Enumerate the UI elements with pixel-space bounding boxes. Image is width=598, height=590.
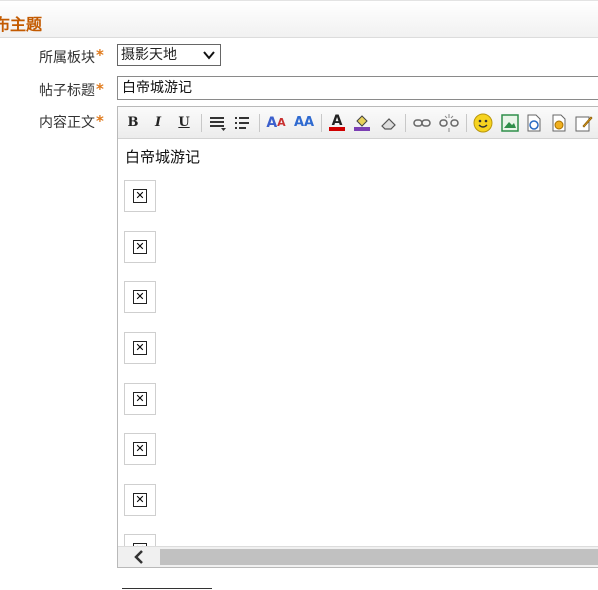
rich-text-editor: B I U AA AA A 白帝城游记 ✕ ✕ ✕ ✕ ✕ ✕ ✕ <box>117 106 598 568</box>
list-icon[interactable] <box>232 112 254 134</box>
divider <box>122 588 212 589</box>
italic-icon[interactable]: I <box>147 112 169 134</box>
broken-image-icon[interactable]: ✕ <box>124 180 156 212</box>
smiley-icon[interactable] <box>472 112 494 134</box>
broken-image-icon[interactable]: ✕ <box>124 433 156 465</box>
horizontal-scrollbar[interactable] <box>118 546 598 567</box>
content-text: 白帝城游记 <box>125 148 201 166</box>
close-icon: ✕ <box>133 493 147 507</box>
chevron-down-icon <box>203 51 215 60</box>
title-label: 帖子标题 <box>39 83 95 99</box>
content-label: 内容正文 <box>39 115 95 131</box>
image-icon[interactable] <box>499 112 521 134</box>
broken-image-icon[interactable]: ✕ <box>124 332 156 364</box>
broken-image-icon[interactable]: ✕ <box>124 383 156 415</box>
close-icon: ✕ <box>133 240 147 254</box>
board-select-value: 摄影天地 <box>121 47 177 63</box>
editor-content[interactable]: 白帝城游记 ✕ ✕ ✕ ✕ ✕ ✕ ✕ ✕ <box>118 140 598 546</box>
editor-toolbar: B I U AA AA A <box>118 107 598 139</box>
board-label: 所属板块 <box>39 50 95 66</box>
page-title: 布主题 <box>0 15 43 34</box>
bold-icon[interactable]: B <box>122 112 144 134</box>
flash-icon[interactable] <box>523 112 545 134</box>
title-input[interactable]: 白帝城游记 <box>117 76 598 100</box>
broken-image-icon[interactable]: ✕ <box>124 231 156 263</box>
font-size-icon[interactable]: AA <box>293 112 315 134</box>
broken-image-icon[interactable]: ✕ <box>124 534 156 546</box>
board-select[interactable]: 摄影天地 <box>117 44 221 66</box>
close-icon: ✕ <box>133 189 147 203</box>
broken-image-icon[interactable]: ✕ <box>124 281 156 313</box>
broken-image-icon[interactable]: ✕ <box>124 484 156 516</box>
required-mark: * <box>96 46 104 64</box>
close-icon: ✕ <box>133 392 147 406</box>
page-header: 布主题 <box>0 0 598 38</box>
eraser-icon[interactable] <box>378 112 400 134</box>
font-color-icon[interactable]: A <box>326 112 348 134</box>
font-family-icon[interactable]: AA <box>265 112 287 134</box>
close-icon: ✕ <box>133 290 147 304</box>
underline-icon[interactable]: U <box>173 112 195 134</box>
required-mark: * <box>96 112 104 130</box>
paint-bucket-icon[interactable] <box>351 112 373 134</box>
required-mark: * <box>96 80 104 98</box>
close-icon: ✕ <box>133 442 147 456</box>
unlink-icon[interactable] <box>438 112 460 134</box>
edit-icon[interactable] <box>573 112 595 134</box>
scroll-left-icon[interactable] <box>118 547 160 567</box>
scrollbar-thumb[interactable] <box>160 549 598 565</box>
align-icon[interactable] <box>207 112 229 134</box>
link-icon[interactable] <box>411 112 433 134</box>
media-icon[interactable] <box>548 112 570 134</box>
close-icon: ✕ <box>133 341 147 355</box>
